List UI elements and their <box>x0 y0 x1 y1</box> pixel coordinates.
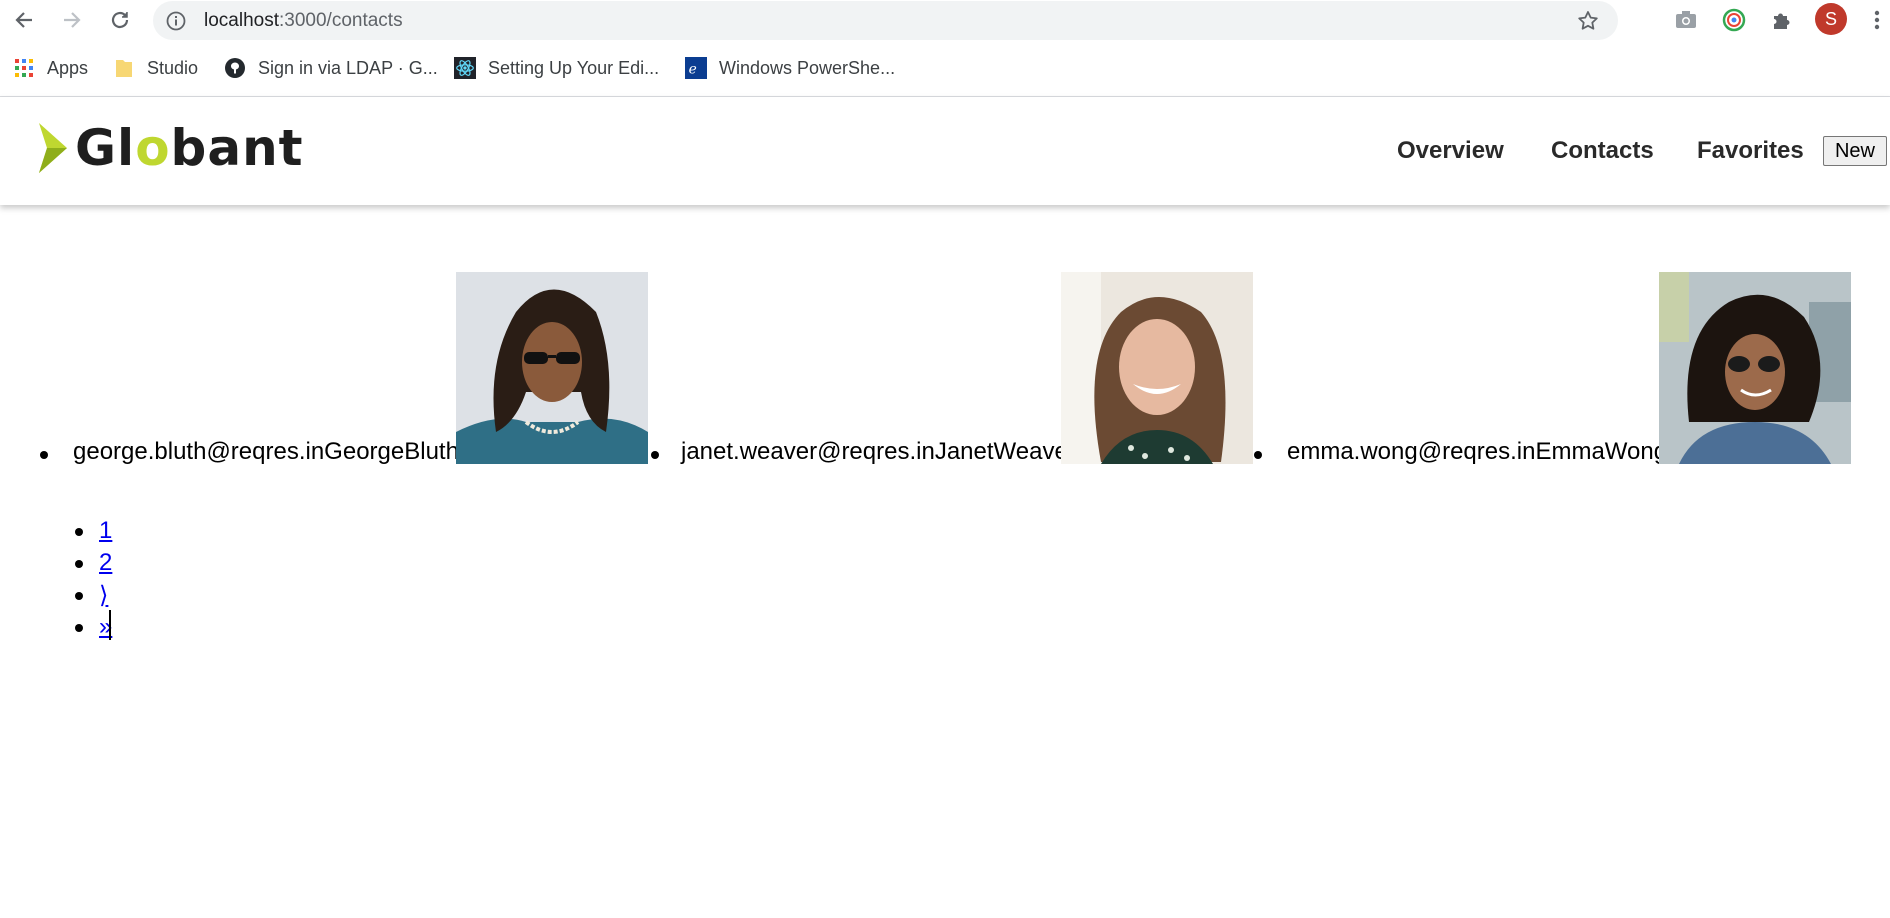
bookmark-label: Apps <box>47 57 89 78</box>
pagination-item: » <box>0 611 200 643</box>
app-header: Globant Overview Contacts Favorites New <box>0 97 1890 205</box>
folder-icon <box>113 57 135 79</box>
contacts-list: george.bluth@reqres.inGeorgeBluth janet.… <box>0 272 1890 464</box>
contact-text: janet.weaver@reqres.inJanetWeaver <box>681 438 1076 465</box>
nav-contacts[interactable]: Contacts <box>1551 137 1654 165</box>
page-1-link[interactable]: 1 <box>99 517 112 545</box>
list-bullet <box>75 592 83 600</box>
globant-logo[interactable]: Globant <box>37 119 304 177</box>
svg-text:e: e <box>689 62 697 78</box>
url-host: localhost <box>204 10 279 31</box>
list-bullet <box>75 624 83 632</box>
kebab-menu-icon[interactable] <box>1864 7 1890 33</box>
contact-text: george.bluth@reqres.inGeorgeBluth <box>73 438 459 465</box>
list-bullet <box>651 451 659 459</box>
page-2-link[interactable]: 2 <box>99 549 112 577</box>
pagination-item: ⟩ <box>0 579 200 611</box>
star-icon[interactable] <box>1576 9 1600 38</box>
bookmark-powershell[interactable]: e Windows PowerShe... <box>685 48 895 88</box>
extensions-puzzle-icon[interactable] <box>1769 7 1795 33</box>
contact-item[interactable]: george.bluth@reqres.inGeorgeBluth <box>0 272 660 464</box>
janet-photo <box>1061 272 1253 464</box>
list-bullet <box>75 560 83 568</box>
list-bullet <box>40 451 48 459</box>
url-path: :3000/contacts <box>279 10 403 31</box>
info-icon[interactable] <box>165 10 187 37</box>
contact-text: emma.wong@reqres.inEmmaWong <box>1287 438 1668 465</box>
nav-favorites[interactable]: Favorites <box>1697 137 1804 165</box>
logo-text: Globant <box>75 119 304 177</box>
pagination-item: 2 <box>0 547 200 579</box>
bookmark-label: Setting Up Your Edi... <box>488 57 660 78</box>
reload-icon <box>111 11 129 29</box>
react-icon <box>454 57 476 79</box>
bookmark-setting-up[interactable]: Setting Up Your Edi... <box>454 48 659 88</box>
url-text[interactable]: localhost:3000/contacts <box>204 10 403 32</box>
contact-item[interactable]: emma.wong@reqres.inEmmaWong <box>1254 272 1860 465</box>
camera-icon[interactable] <box>1673 7 1699 33</box>
bookmark-label: Studio <box>147 57 199 78</box>
github-icon <box>224 57 246 79</box>
new-button[interactable]: New <box>1823 136 1887 166</box>
bookmark-label: Sign in via LDAP · G... <box>258 57 438 78</box>
bookmarks-bar: Apps Studio Sign in via LDAP · G... Sett… <box>0 48 1890 88</box>
list-bullet <box>1254 451 1262 459</box>
bookmark-studio[interactable]: Studio <box>113 48 198 88</box>
extension-target-icon[interactable] <box>1721 7 1747 33</box>
address-bar[interactable]: localhost:3000/contacts <box>153 1 1618 40</box>
apps-grid-icon <box>13 57 35 79</box>
nav-overview[interactable]: Overview <box>1397 137 1504 165</box>
powershell-icon: e <box>685 57 707 79</box>
profile-initial: S <box>1824 8 1837 29</box>
pagination-item: 1 <box>0 515 200 547</box>
reload-button[interactable] <box>106 6 134 34</box>
arrow-left-icon <box>15 12 32 28</box>
george-photo <box>456 272 648 464</box>
browser-toolbar: localhost:3000/contacts S <box>0 0 1890 40</box>
text-cursor <box>109 610 111 640</box>
bookmark-ldap[interactable]: Sign in via LDAP · G... <box>224 48 438 88</box>
forward-button[interactable] <box>58 6 86 34</box>
arrow-right-icon <box>64 12 81 28</box>
contact-item[interactable]: janet.weaver@reqres.inJanetWeaver <box>651 272 1260 465</box>
list-bullet <box>75 528 83 536</box>
bookmark-apps[interactable]: Apps <box>13 48 88 88</box>
logo-chevron-icon <box>39 123 67 173</box>
next-page-link[interactable]: ⟩ <box>99 581 108 610</box>
bookmark-label: Windows PowerShe... <box>719 57 896 78</box>
back-button[interactable] <box>10 6 38 34</box>
emma-photo <box>1659 272 1851 464</box>
profile-avatar[interactable]: S <box>1815 3 1847 35</box>
